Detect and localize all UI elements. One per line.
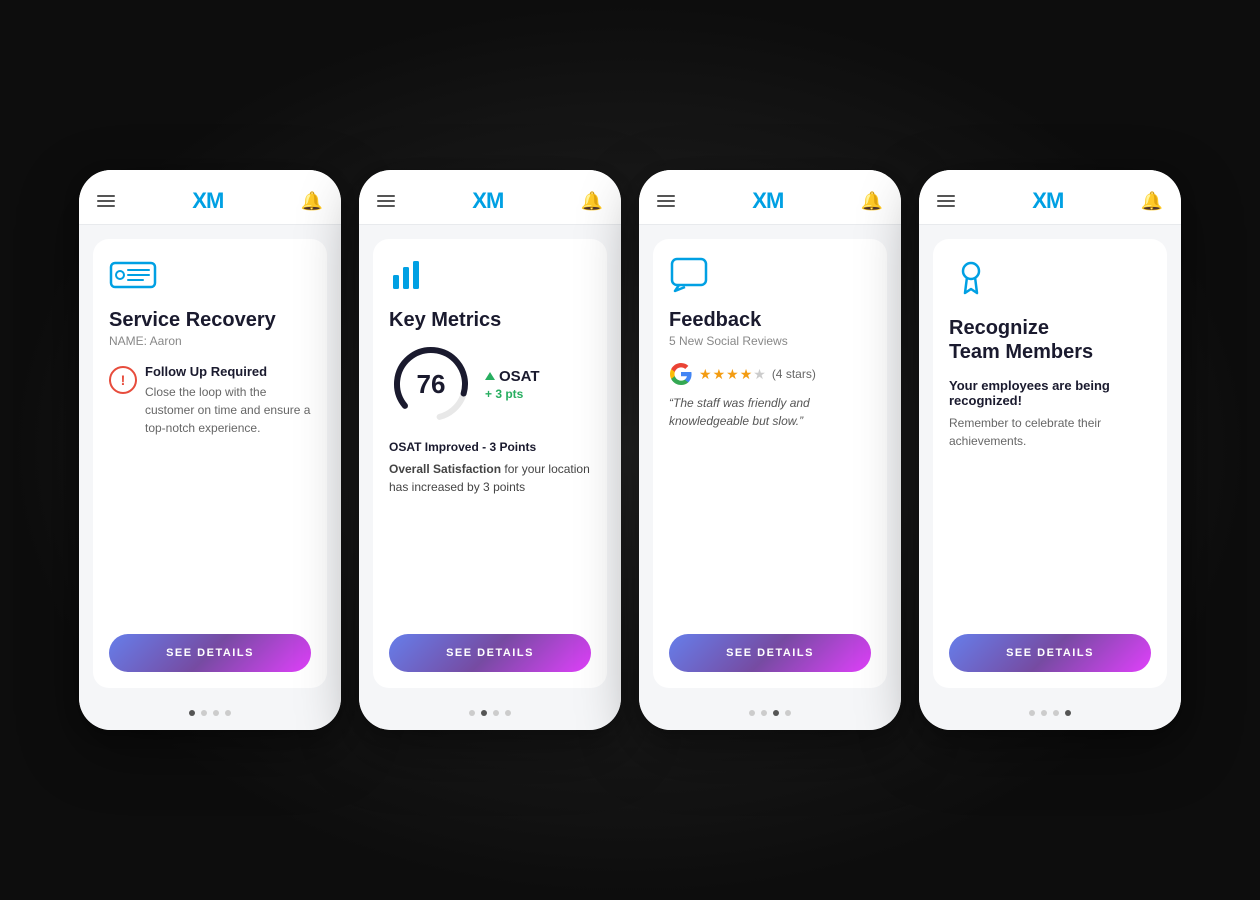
phone-card-recognize: XM 🔔 Recognize Team Members Your employe… — [919, 170, 1181, 730]
osat-label: OSAT — [499, 368, 540, 385]
cards-container: XM 🔔 Service Recovery NAME: Aaron — [29, 130, 1231, 770]
dot-1 — [749, 710, 755, 716]
dot-3 — [493, 710, 499, 716]
dot-4 — [225, 710, 231, 716]
bell-icon[interactable]: 🔔 — [1141, 191, 1163, 212]
dot-4 — [1065, 710, 1071, 716]
xm-logo: XM — [192, 188, 223, 214]
star-2: ★ — [713, 366, 726, 383]
pagination — [79, 698, 341, 730]
star-1: ★ — [699, 366, 712, 383]
menu-icon[interactable] — [97, 195, 115, 207]
card-title: Recognize Team Members — [949, 316, 1151, 364]
dot-1 — [189, 710, 195, 716]
dot-4 — [785, 710, 791, 716]
dot-2 — [481, 710, 487, 716]
phone-card-feedback: XM 🔔 Feedback 5 New Social Reviews — [639, 170, 901, 730]
xm-logo: XM — [472, 188, 503, 214]
menu-icon[interactable] — [937, 195, 955, 207]
phone-card-key-metrics: XM 🔔 Key Metrics — [359, 170, 621, 730]
phone-nav: XM 🔔 — [639, 170, 901, 224]
dot-2 — [761, 710, 767, 716]
osat-value: 76 — [389, 342, 473, 426]
xm-logo: XM — [752, 188, 783, 214]
dot-3 — [773, 710, 779, 716]
dot-3 — [213, 710, 219, 716]
see-details-button[interactable]: SEE DETAILS — [949, 634, 1151, 672]
recognize-highlight: Your employees are being recognized! — [949, 378, 1151, 408]
card-title: Key Metrics — [389, 308, 591, 332]
pagination — [919, 698, 1181, 730]
metrics-title: OSAT Improved - 3 Points — [389, 438, 591, 456]
pagination — [359, 698, 621, 730]
menu-icon[interactable] — [377, 195, 395, 207]
xm-logo: XM — [1032, 188, 1063, 214]
card-title: Service Recovery — [109, 308, 311, 332]
star-5: ★ — [753, 366, 766, 383]
dot-2 — [201, 710, 207, 716]
phone-card-service-recovery: XM 🔔 Service Recovery NAME: Aaron — [79, 170, 341, 730]
metrics-icon — [389, 257, 591, 298]
alert-title: Follow Up Required — [145, 364, 311, 379]
metrics-detail: Overall Satisfaction for your location h… — [389, 460, 591, 496]
star-3: ★ — [726, 366, 739, 383]
dot-4 — [505, 710, 511, 716]
review-row: ★ ★ ★ ★ ★ (4 stars) — [669, 362, 871, 386]
feedback-icon — [669, 257, 871, 298]
ticket-icon — [109, 257, 311, 298]
phone-nav: XM 🔔 — [79, 170, 341, 224]
dot-1 — [1029, 710, 1035, 716]
dot-1 — [469, 710, 475, 716]
osat-change: + 3 pts — [485, 387, 540, 401]
review-quote: “The staff was friendly and knowledgeabl… — [669, 394, 871, 430]
pagination — [639, 698, 901, 730]
star-rating: ★ ★ ★ ★ ★ — [699, 366, 766, 383]
recognize-icon — [949, 257, 1151, 306]
dot-3 — [1053, 710, 1059, 716]
see-details-button[interactable]: SEE DETAILS — [109, 634, 311, 672]
bell-icon[interactable]: 🔔 — [301, 191, 323, 212]
card-title: Feedback — [669, 308, 871, 332]
menu-icon[interactable] — [657, 195, 675, 207]
card-subtitle: 5 New Social Reviews — [669, 334, 871, 348]
alert-icon: ! — [109, 366, 137, 394]
recognize-body: Remember to celebrate their achievements… — [949, 414, 1151, 450]
phone-nav: XM 🔔 — [919, 170, 1181, 224]
phone-nav: XM 🔔 — [359, 170, 621, 224]
alert-body: Close the loop with the customer on time… — [145, 383, 311, 437]
see-details-button[interactable]: SEE DETAILS — [389, 634, 591, 672]
dot-2 — [1041, 710, 1047, 716]
card-subtitle: NAME: Aaron — [109, 334, 311, 348]
see-details-button[interactable]: SEE DETAILS — [669, 634, 871, 672]
osat-gauge: 76 — [389, 342, 473, 426]
bell-icon[interactable]: 🔔 — [581, 191, 603, 212]
star-4: ★ — [740, 366, 753, 383]
bell-icon[interactable]: 🔔 — [861, 191, 883, 212]
stars-label: (4 stars) — [772, 367, 816, 381]
